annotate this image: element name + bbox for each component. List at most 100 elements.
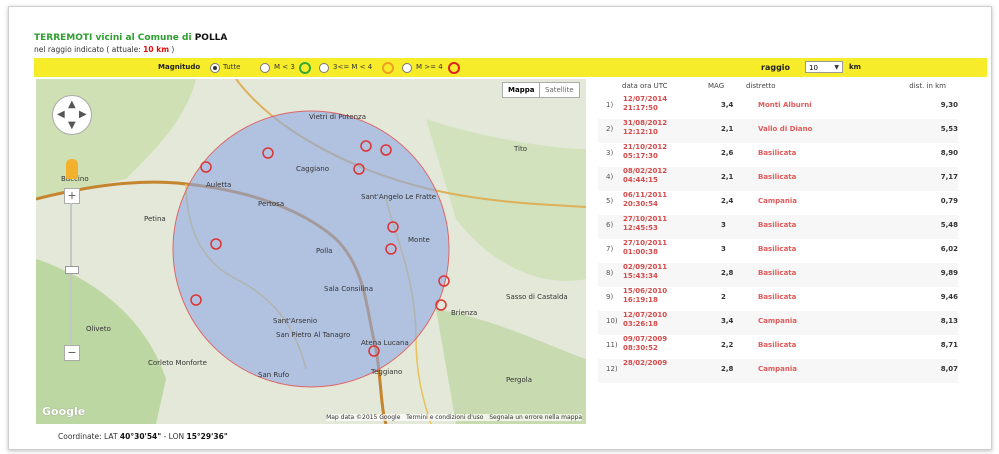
map-terms-link[interactable]: Termini e condizioni d'uso <box>406 414 483 421</box>
event-number: 7) <box>606 245 614 253</box>
event-distance: 0,79 <box>940 197 958 205</box>
list-item[interactable]: 4) 08/02/2012 04:44:15 2,1 Basilicata 7,17 <box>598 167 958 191</box>
radio-m-lt-3[interactable] <box>260 63 270 73</box>
street-view-pegman-icon[interactable] <box>66 159 78 179</box>
header-district: distretto <box>746 82 776 90</box>
event-date[interactable]: 09/07/2009 <box>623 335 667 343</box>
zoom-out-button[interactable]: − <box>64 345 80 361</box>
list-item[interactable]: 9) 15/06/2010 16:19:18 2 Basilicata 9,46 <box>598 287 958 311</box>
event-distance: 9,30 <box>940 101 958 109</box>
place-label: Polla <box>316 247 332 255</box>
orange-ring-icon <box>382 62 394 74</box>
event-district[interactable]: Basilicata <box>758 269 796 277</box>
event-district[interactable]: Basilicata <box>758 149 796 157</box>
event-district[interactable]: Basilicata <box>758 245 796 253</box>
list-item[interactable]: 10) 12/07/2010 03:26:18 3,4 Campania 8,13 <box>598 311 958 335</box>
event-time: 08:30:52 <box>623 344 658 352</box>
list-item[interactable]: 8) 02/09/2011 15:43:34 2,8 Basilicata 9,89 <box>598 263 958 287</box>
radio-m-3-4[interactable] <box>319 63 329 73</box>
event-district[interactable]: Basilicata <box>758 173 796 181</box>
event-date[interactable]: 12/07/2010 <box>623 311 667 319</box>
event-date[interactable]: 27/10/2011 <box>623 239 667 247</box>
event-time: 12:45:53 <box>623 224 658 232</box>
list-item[interactable]: 12) 28/02/2009 2,8 Campania 8,07 <box>598 359 958 383</box>
list-item[interactable]: 3) 21/10/2012 05:17:30 2,6 Basilicata 8,90 <box>598 143 958 167</box>
event-datetime: 12/07/2014 21:17:50 <box>623 95 667 113</box>
place-label: Sala Consilina <box>324 285 373 293</box>
event-date[interactable]: 02/09/2011 <box>623 263 667 271</box>
event-datetime: 21/10/2012 05:17:30 <box>623 143 667 161</box>
event-district[interactable]: Basilicata <box>758 221 796 229</box>
list-item[interactable]: 5) 06/11/2011 20:30:54 2,4 Campania 0,79 <box>598 191 958 215</box>
event-time: 04:44:15 <box>623 176 658 184</box>
raggio-label: raggio <box>761 63 791 72</box>
radio-m-gte-4[interactable] <box>402 63 412 73</box>
pan-up-icon[interactable]: ▲ <box>68 99 76 110</box>
magnitude-label: Magnitudo <box>158 63 201 71</box>
event-district[interactable]: Monti Alburni <box>758 101 812 109</box>
event-time: 21:17:50 <box>623 104 658 112</box>
event-district[interactable]: Campania <box>758 317 797 325</box>
event-date[interactable]: 31/08/2012 <box>623 119 667 127</box>
lat-label: LAT <box>104 432 118 441</box>
option-m-gte-4-label: M >= 4 <box>416 63 443 71</box>
map-view[interactable]: Vietri di Potenza Caggiano Auletta Perto… <box>36 79 586 424</box>
event-date[interactable]: 06/11/2011 <box>623 191 667 199</box>
event-magnitude: 2,1 <box>721 173 734 181</box>
map-type-satellite-button[interactable]: Satellite <box>539 82 580 98</box>
event-date[interactable]: 08/02/2012 <box>623 167 667 175</box>
event-distance: 9,46 <box>940 293 958 301</box>
zoom-in-button[interactable]: + <box>64 188 80 204</box>
event-time: 16:19:18 <box>623 296 658 304</box>
event-date[interactable]: 28/02/2009 <box>623 359 667 367</box>
raggio-select[interactable]: 10 ▼ <box>805 61 843 73</box>
event-district[interactable]: Campania <box>758 365 797 373</box>
list-item[interactable]: 2) 31/08/2012 12:12:10 2,1 Vallo di Diano 5,5… <box>598 119 958 143</box>
place-label: Sasso di Castalda <box>506 293 568 301</box>
pan-control[interactable]: ▲ ▼ ◀ ▶ <box>52 95 92 135</box>
event-time: 01:00:38 <box>623 248 658 256</box>
zoom-slider-handle[interactable] <box>65 266 79 274</box>
event-time: 12:12:10 <box>623 128 658 136</box>
event-datetime: 02/09/2011 15:43:34 <box>623 263 667 281</box>
place-label: Oliveto <box>86 325 111 333</box>
coordinates-readout: Coordinate: LAT 40°30'54" - LON 15°29'36… <box>58 432 228 441</box>
list-item[interactable]: 6) 27/10/2011 12:45:53 3 Basilicata 5,48 <box>598 215 958 239</box>
place-label: Corleto Monforte <box>148 359 207 367</box>
list-item[interactable]: 11) 09/07/2009 08:30:52 2,2 Basilicata 8,71 <box>598 335 958 359</box>
event-date[interactable]: 21/10/2012 <box>623 143 667 151</box>
pan-left-icon[interactable]: ◀ <box>57 109 65 120</box>
event-district[interactable]: Basilicata <box>758 341 796 349</box>
place-label: Pergola <box>506 376 532 384</box>
event-date[interactable]: 15/06/2010 <box>623 287 667 295</box>
event-datetime: 31/08/2012 12:12:10 <box>623 119 667 137</box>
pan-down-icon[interactable]: ▼ <box>68 120 76 131</box>
red-ring-icon <box>448 62 460 74</box>
map-report-link[interactable]: Segnala un errore nella mappa <box>489 414 582 421</box>
event-datetime: 08/02/2012 04:44:15 <box>623 167 667 185</box>
list-item[interactable]: 7) 27/10/2011 01:00:38 3 Basilicata 6,02 <box>598 239 958 263</box>
green-ring-icon <box>299 62 311 74</box>
title-town: POLLA <box>194 33 228 43</box>
place-label: Auletta <box>206 181 231 189</box>
event-district[interactable]: Basilicata <box>758 293 796 301</box>
map-type-mappa-button[interactable]: Mappa <box>502 82 541 98</box>
event-date[interactable]: 12/07/2014 <box>623 95 667 103</box>
event-magnitude: 3,4 <box>721 101 734 109</box>
event-district[interactable]: Campania <box>758 197 797 205</box>
map-canvas[interactable]: Vietri di Potenza Caggiano Auletta Perto… <box>36 79 586 424</box>
event-distance: 8,90 <box>940 149 958 157</box>
event-datetime: 27/10/2011 01:00:38 <box>623 239 667 257</box>
list-item[interactable]: 1) 12/07/2014 21:17:50 3,4 Monti Alburni 9,30 <box>598 95 958 119</box>
place-label: San Pietro Al Tanagro <box>276 331 350 339</box>
place-label: Vietri di Potenza <box>309 113 366 121</box>
lat-value: 40°30'54" <box>119 432 162 441</box>
option-m-lt-3-label: M < 3 <box>274 63 295 71</box>
events-list: data ora UTC MAG distretto dist. in km 1… <box>598 79 958 419</box>
event-date[interactable]: 27/10/2011 <box>623 215 667 223</box>
radio-tutte[interactable] <box>210 63 220 73</box>
place-label: Petina <box>144 215 166 223</box>
event-district[interactable]: Vallo di Diano <box>758 125 812 133</box>
pan-right-icon[interactable]: ▶ <box>79 109 87 120</box>
event-magnitude: 2,8 <box>721 365 734 373</box>
